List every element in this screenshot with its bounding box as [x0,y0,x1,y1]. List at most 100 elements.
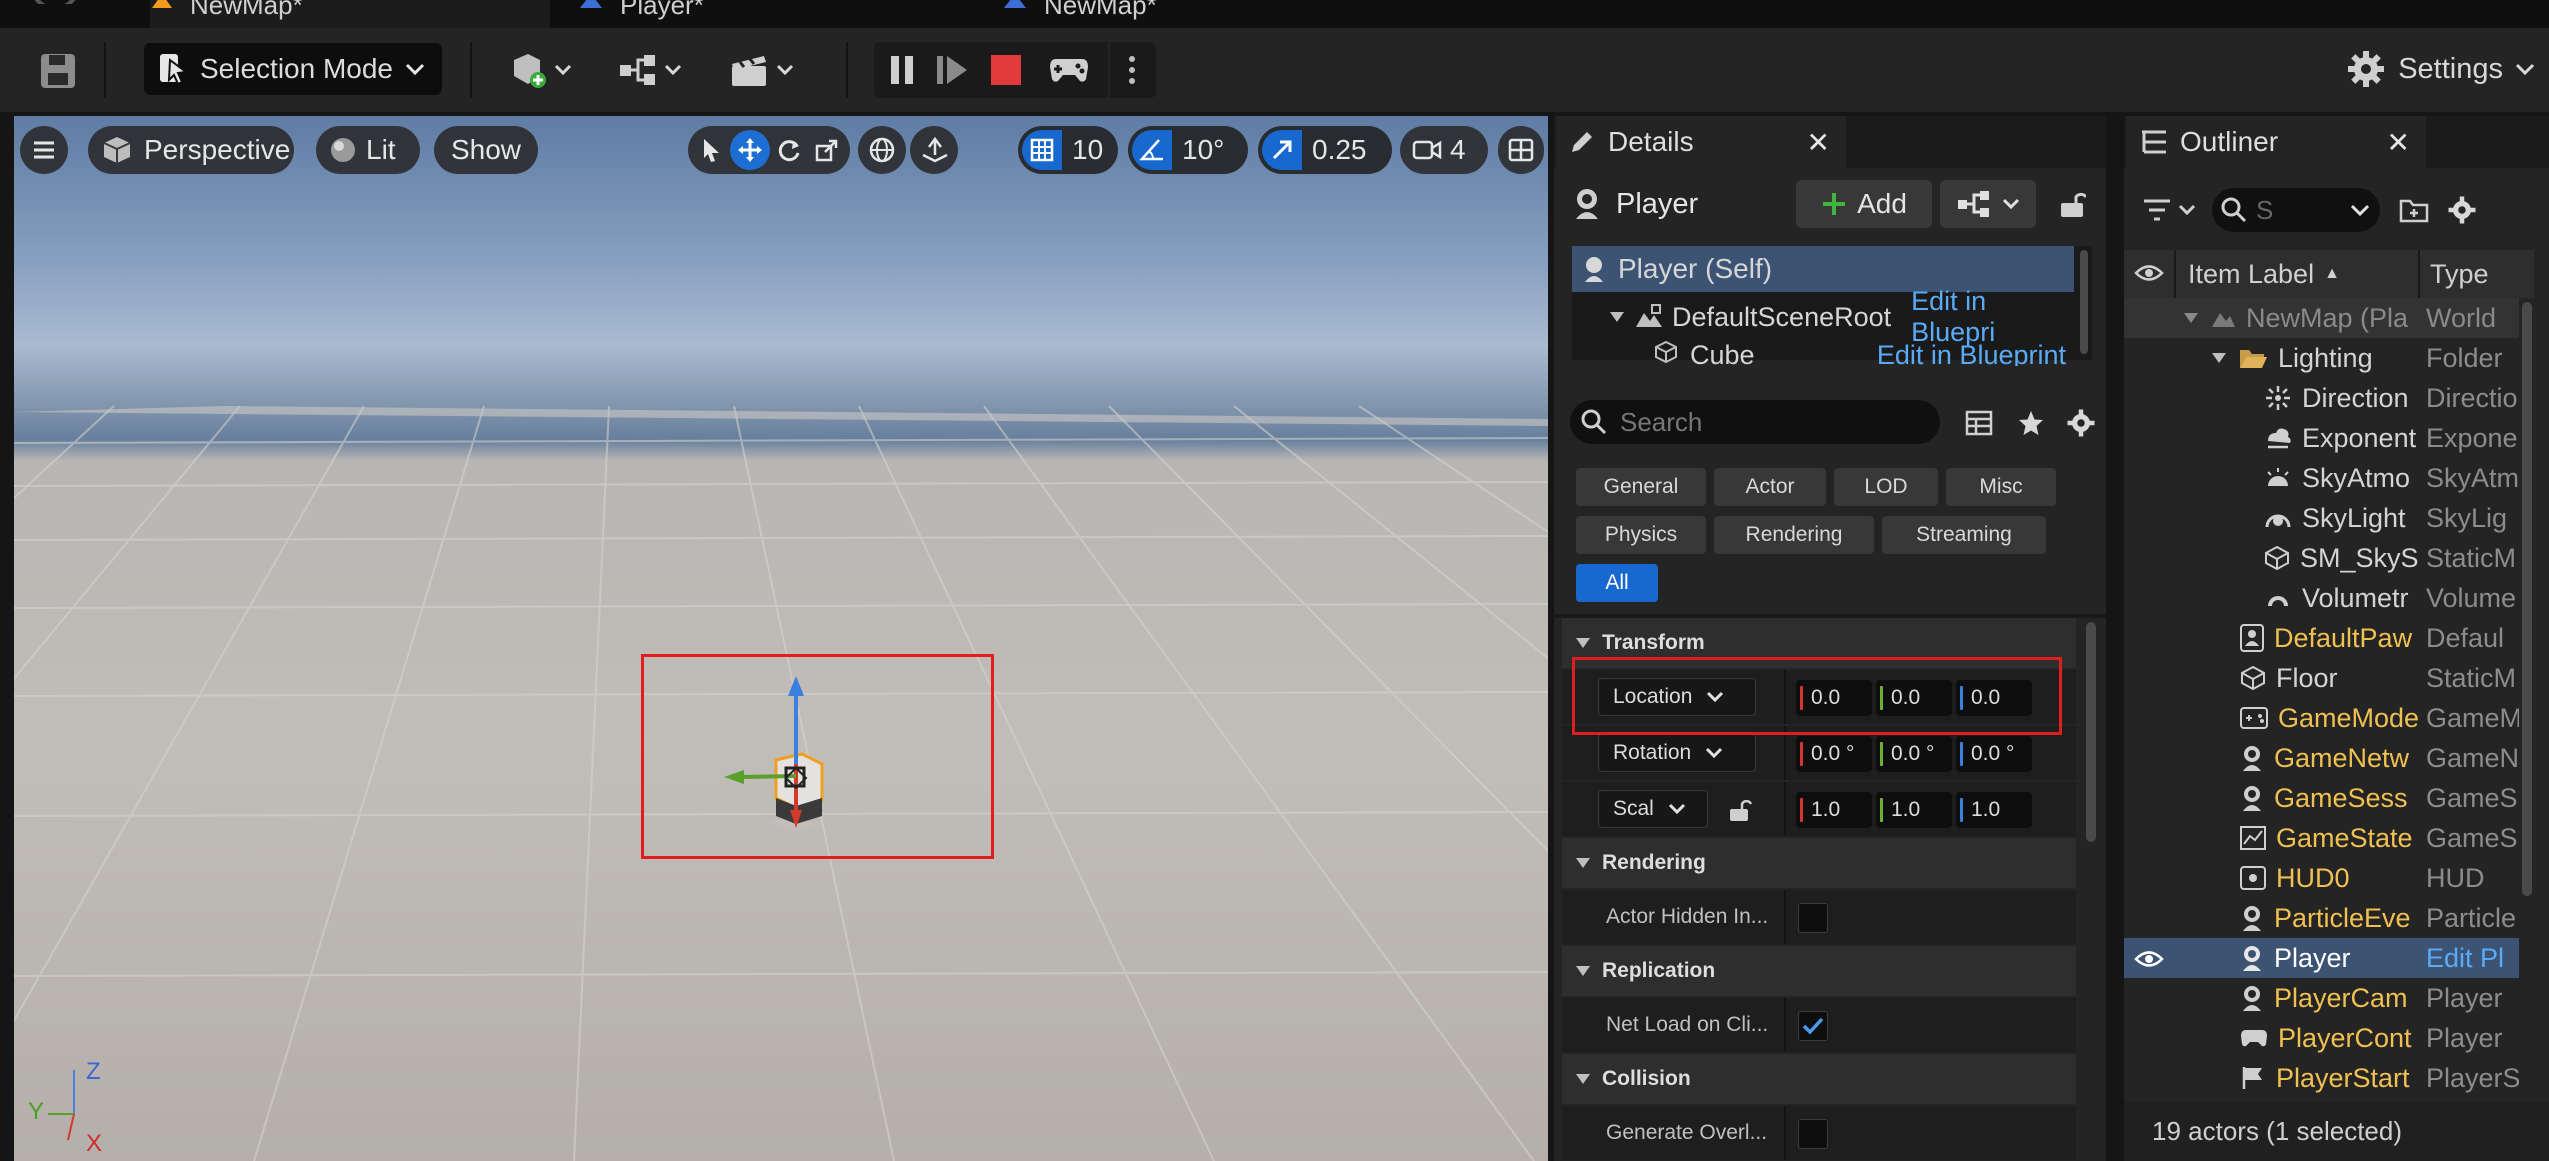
rotation-y-field[interactable]: 0.0 ° [1876,736,1952,772]
grid-snap-group[interactable]: 10 [1018,126,1118,174]
details-settings-button[interactable] [2062,404,2100,442]
close-icon[interactable]: ✕ [2387,126,2410,159]
settings-button[interactable]: Settings [2346,46,2535,92]
type-column[interactable]: Type [2418,250,2489,298]
tab-player-blueprint[interactable]: Player* [578,0,978,28]
outliner-row-default-pawn[interactable]: DefaultPaw Defaul [2124,618,2519,658]
outliner-row-floor[interactable]: Floor StaticM [2124,658,2519,698]
filter-streaming-button[interactable]: Streaming [1882,516,2046,554]
scale-y-field[interactable]: 1.0 [1876,792,1952,828]
filter-actor-button[interactable]: Actor [1714,468,1826,506]
edit-in-blueprint-link[interactable]: Edit in Bluepri [1911,286,2074,348]
save-button[interactable] [30,46,86,96]
filter-all-button[interactable]: All [1576,564,1658,602]
filter-general-button[interactable]: General [1576,468,1706,506]
app-logo-icon[interactable] [20,0,90,4]
outliner-row-particle-event[interactable]: ParticleEve Particle [2124,898,2519,938]
translate-tool-button[interactable] [730,130,770,170]
outliner-row-player-controller[interactable]: PlayerCont Player [2124,1018,2519,1058]
actor-hidden-checkbox[interactable] [1798,903,1828,933]
net-load-checkbox[interactable] [1798,1011,1828,1041]
eye-icon[interactable] [2134,262,2164,284]
possess-eject-button[interactable] [1034,42,1104,98]
grid-snap-toggle[interactable] [1022,130,1062,170]
show-flags-button[interactable]: Show [434,126,538,174]
outliner-row-sm-skysphere[interactable]: SM_SkyS StaticM [2124,538,2519,578]
outliner-row-volumetric-cloud[interactable]: Volumetr Volume [2124,578,2519,618]
preserve-scale-ratio-button[interactable] [1722,794,1758,826]
viewport-layout-button[interactable] [1498,126,1544,174]
level-viewport[interactable]: Perspective Lit Show 10 10° 0.25 4 Z Y X [14,116,1548,1161]
rendering-section-header[interactable]: Rendering [1562,838,2076,888]
tab-newmap-blueprint[interactable]: NewMap* [1002,0,1402,28]
outliner-row-game-network[interactable]: GameNetw GameN [2124,738,2519,778]
edit-player-link[interactable]: Edit Pl [2426,943,2504,974]
property-matrix-button[interactable] [1960,404,1998,442]
outliner-row-sky-light[interactable]: SkyLight SkyLig [2124,498,2519,538]
scale-snap-group[interactable]: 0.25 [1258,126,1392,174]
scale-x-field[interactable]: 1.0 [1796,792,1872,828]
outliner-row-hud[interactable]: HUD0 HUD [2124,858,2519,898]
outliner-settings-button[interactable] [2442,190,2482,230]
filter-physics-button[interactable]: Physics [1576,516,1706,554]
outliner-row-game-session[interactable]: GameSess GameS [2124,778,2519,818]
outliner-row-sky-atmosphere[interactable]: SkyAtmo SkyAtm [2124,458,2519,498]
outliner-row-directional-light[interactable]: Direction Directio [2124,378,2519,418]
outliner-search-box[interactable]: S [2212,188,2380,232]
tab-newmap-level[interactable]: NewMap* [150,0,550,28]
outliner-row-game-state[interactable]: GameState GameS [2124,818,2519,858]
eye-icon[interactable] [2134,948,2164,970]
outliner-row-player[interactable]: Player Edit Pl [2124,938,2519,978]
filter-misc-button[interactable]: Misc [1946,468,2056,506]
close-icon[interactable]: ✕ [1807,126,1830,159]
item-label-column[interactable]: Item Label ▲ [2174,250,2418,298]
outliner-tab[interactable]: Outliner ✕ [2126,116,2426,168]
world-local-toggle[interactable] [858,126,906,174]
edit-in-blueprint-link[interactable]: Edit in Blueprint [1877,340,2066,366]
favorites-button[interactable] [2012,404,2050,442]
add-content-button[interactable] [500,42,580,98]
filter-rendering-button[interactable]: Rendering [1714,516,1874,554]
component-row-cube[interactable]: Cube Edit in Blueprint [1572,340,2074,366]
perspective-view-button[interactable]: Perspective [88,126,294,174]
pause-button[interactable] [874,42,930,98]
add-component-button[interactable]: Add [1796,180,1932,228]
blueprint-options-button[interactable] [1940,180,2036,228]
collision-section-header[interactable]: Collision [1562,1054,2076,1104]
scale-z-field[interactable]: 1.0 [1956,792,2032,828]
cinematics-button[interactable] [718,42,804,98]
outliner-row-game-mode[interactable]: GameMode GameM [2124,698,2519,738]
scale-dropdown[interactable]: Scal [1598,790,1708,828]
generate-overlap-checkbox[interactable] [1798,1119,1828,1149]
details-tab[interactable]: Details ✕ [1556,116,1846,168]
rotation-dropdown[interactable]: Rotation [1598,734,1756,772]
outliner-row-player-start[interactable]: PlayerStart PlayerS [2124,1058,2519,1098]
components-scrollbar[interactable] [2080,250,2088,354]
camera-speed-button[interactable]: 4 [1400,126,1488,174]
scale-tool-button[interactable] [808,130,846,170]
outliner-row-exponential-fog[interactable]: Exponent Expone [2124,418,2519,458]
add-folder-button[interactable] [2394,190,2434,230]
rotation-snap-group[interactable]: 10° [1128,126,1248,174]
lock-selection-button[interactable] [2052,182,2092,226]
rotation-snap-toggle[interactable] [1132,130,1172,170]
play-options-menu-button[interactable] [1108,42,1154,98]
filter-lod-button[interactable]: LOD [1834,468,1938,506]
outliner-filter-button[interactable] [2136,188,2202,232]
rotation-x-field[interactable]: 0.0 ° [1796,736,1872,772]
select-tool-button[interactable] [692,130,730,170]
rotation-z-field[interactable]: 0.0 ° [1956,736,2032,772]
rotate-tool-button[interactable] [770,130,808,170]
advance-frame-button[interactable] [924,42,980,98]
outliner-row-folder[interactable]: Lighting Folder [2124,338,2519,378]
replication-section-header[interactable]: Replication [1562,946,2076,996]
component-row-defaultsceneroot[interactable]: DefaultSceneRoot Edit in Bluepri [1572,286,2074,347]
view-mode-lit-button[interactable]: Lit [316,126,420,174]
details-search-input[interactable]: Search [1570,400,1940,444]
blueprints-button[interactable] [610,42,690,98]
outliner-scrollbar[interactable] [2522,302,2532,896]
surface-snapping-button[interactable] [910,126,958,174]
stop-button[interactable] [978,42,1034,98]
viewport-options-button[interactable] [20,126,68,174]
outliner-row-player-camera[interactable]: PlayerCam Player [2124,978,2519,1018]
